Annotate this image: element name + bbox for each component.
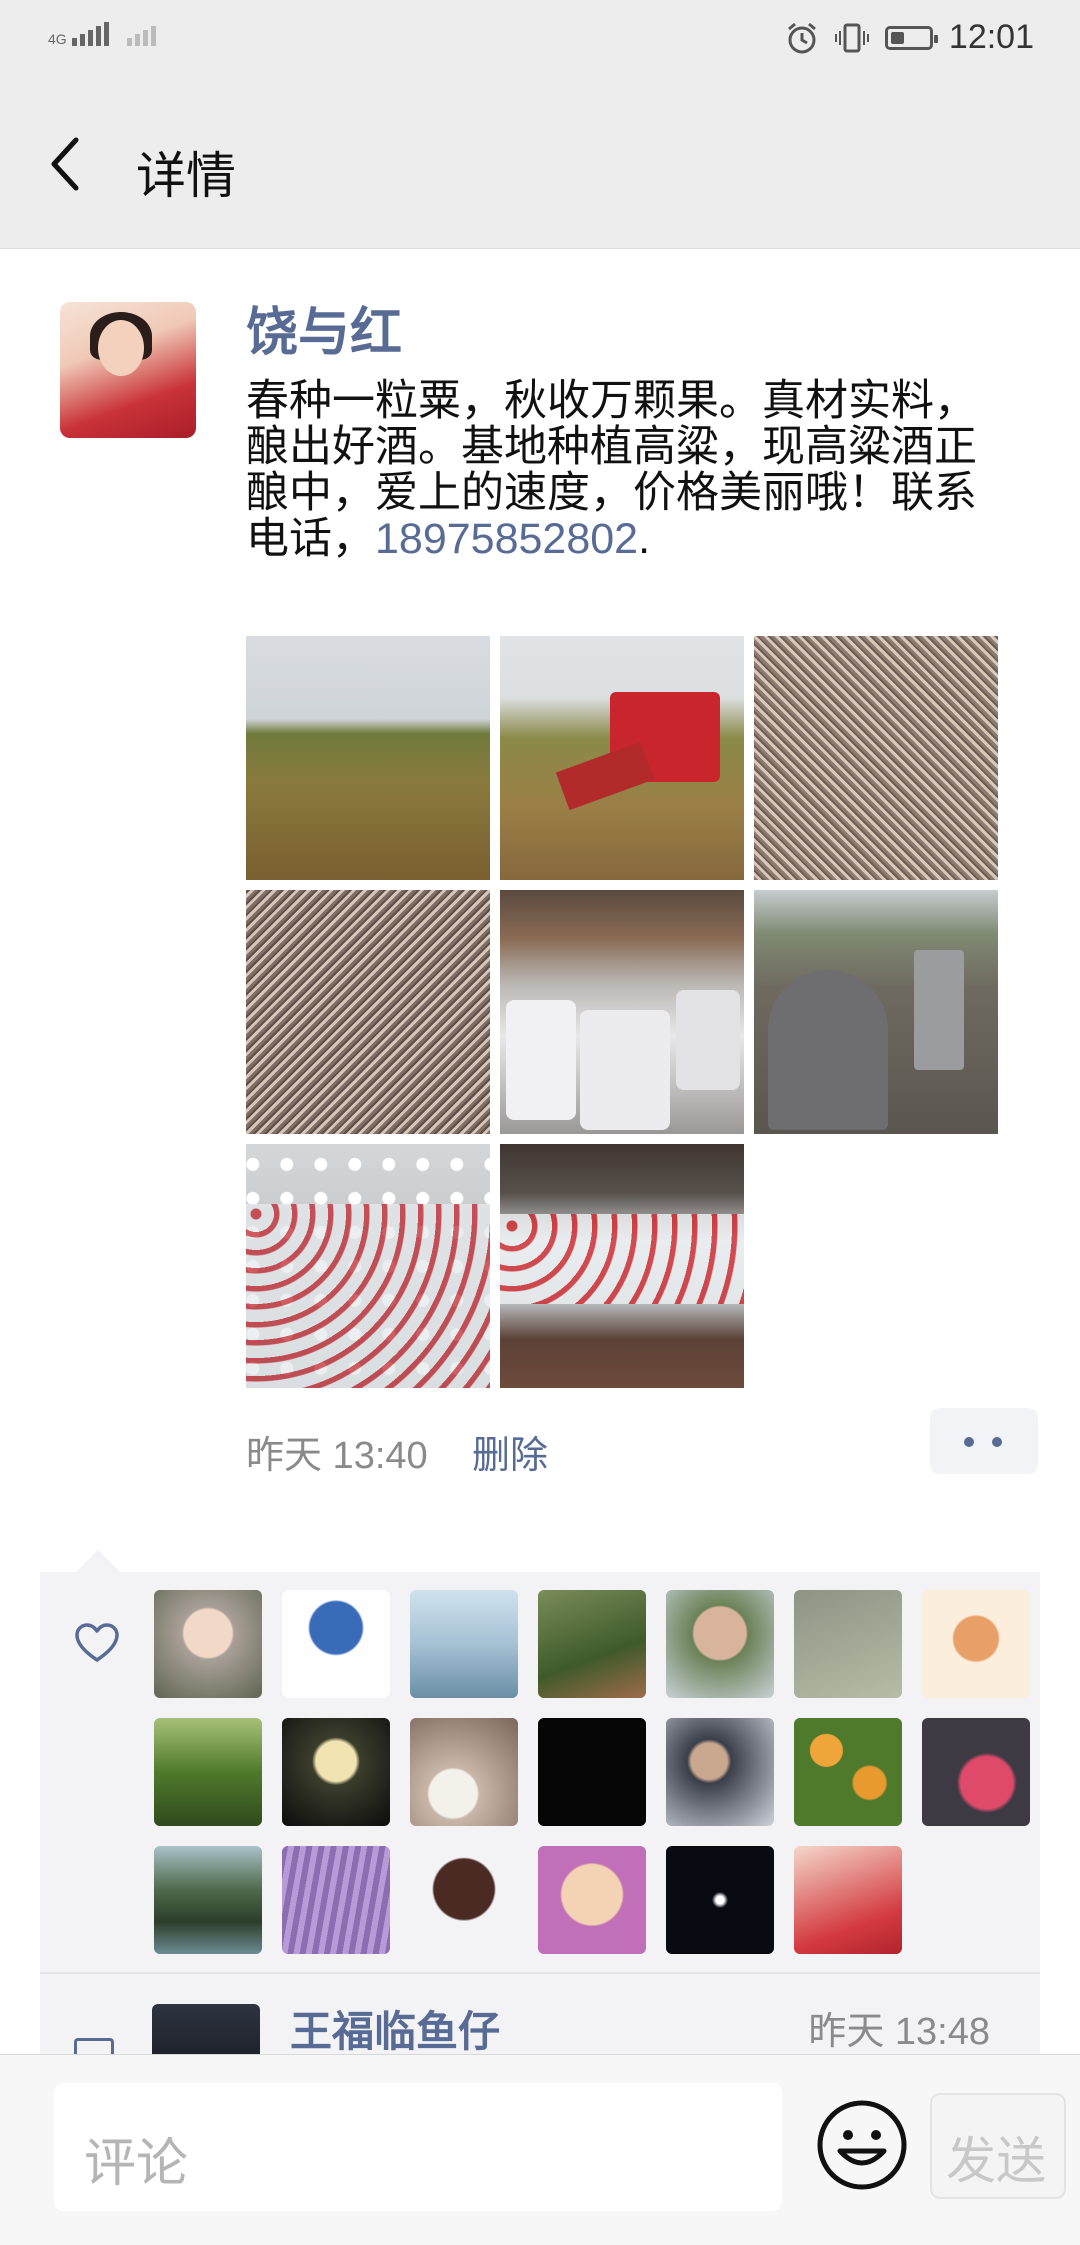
comment-author[interactable]: 王福临鱼仔 — [290, 1998, 500, 2059]
comment-input-bar: 评论 发送 — [0, 2054, 1080, 2245]
send-button[interactable]: 发送 — [930, 2093, 1066, 2199]
chevron-left-icon[interactable] — [46, 134, 92, 194]
comment-item[interactable]: 王福临鱼仔 昨天 13:48 — [40, 1974, 1040, 2068]
like-avatar[interactable] — [538, 1718, 646, 1826]
status-bar: 4G 12:01 — [0, 0, 1080, 84]
comment-time: 昨天 13:48 — [808, 2011, 990, 2053]
photo-sorghum-grain-1[interactable] — [754, 636, 998, 880]
smile-emoji-icon[interactable] — [816, 2099, 908, 2191]
like-avatar[interactable] — [410, 1590, 518, 1698]
photo-harvester[interactable] — [500, 636, 744, 880]
nav-bar: 详情 — [0, 84, 1080, 249]
like-avatar[interactable] — [666, 1718, 774, 1826]
photo-sorghum-field[interactable] — [246, 636, 490, 880]
battery-icon — [884, 25, 938, 50]
like-avatar[interactable] — [154, 1590, 262, 1698]
post-time: 昨天 13:40 — [246, 1435, 428, 1477]
photo-bottles-1[interactable] — [246, 1144, 490, 1388]
like-avatar[interactable] — [282, 1718, 390, 1826]
like-avatar[interactable] — [154, 1846, 262, 1954]
like-avatar[interactable] — [922, 1718, 1030, 1826]
signal-icon — [126, 26, 156, 46]
like-avatar[interactable] — [666, 1846, 774, 1954]
like-avatar[interactable] — [666, 1590, 774, 1698]
author-name[interactable]: 饶与红 — [246, 290, 402, 365]
like-avatar[interactable] — [282, 1846, 390, 1954]
alarm-icon — [787, 22, 816, 53]
like-avatar[interactable] — [538, 1846, 646, 1954]
like-avatar[interactable] — [538, 1590, 646, 1698]
like-avatar[interactable] — [794, 1590, 902, 1698]
like-avatar[interactable] — [282, 1590, 390, 1698]
like-avatar[interactable] — [410, 1718, 518, 1826]
like-avatar[interactable] — [154, 1718, 262, 1826]
photo-bottles-2[interactable] — [500, 1144, 744, 1388]
like-avatar[interactable] — [922, 1590, 1030, 1698]
more-dots-icon[interactable] — [930, 1408, 1038, 1474]
signal-icon: 4G — [48, 22, 109, 46]
avatar[interactable] — [60, 302, 196, 438]
post-text: 春种一粒粟，秋收万颗果。真材实料，酿出好酒。基地种植高粱，现高粱酒正酿中，爱上的… — [246, 377, 977, 563]
clock: 12:01 — [948, 18, 1034, 56]
like-avatar[interactable] — [794, 1718, 902, 1826]
comment-placeholder: 评论 — [84, 2135, 189, 2193]
photo-distillery-still[interactable] — [754, 890, 998, 1134]
likes-section — [40, 1550, 1040, 1972]
page-title: 详情 — [136, 148, 236, 204]
photo-fermentation-barrels[interactable] — [500, 890, 744, 1134]
comment-input[interactable]: 评论 — [54, 2083, 782, 2211]
phone-link[interactable]: 18975852802 — [375, 515, 638, 563]
photo-sorghum-grain-2[interactable] — [246, 890, 490, 1134]
heart-icon — [75, 1623, 119, 1662]
vibrate-icon — [834, 23, 869, 52]
like-avatar[interactable] — [794, 1846, 902, 1954]
like-avatar[interactable] — [410, 1846, 518, 1954]
delete-link[interactable]: 删除 — [472, 1424, 548, 1479]
